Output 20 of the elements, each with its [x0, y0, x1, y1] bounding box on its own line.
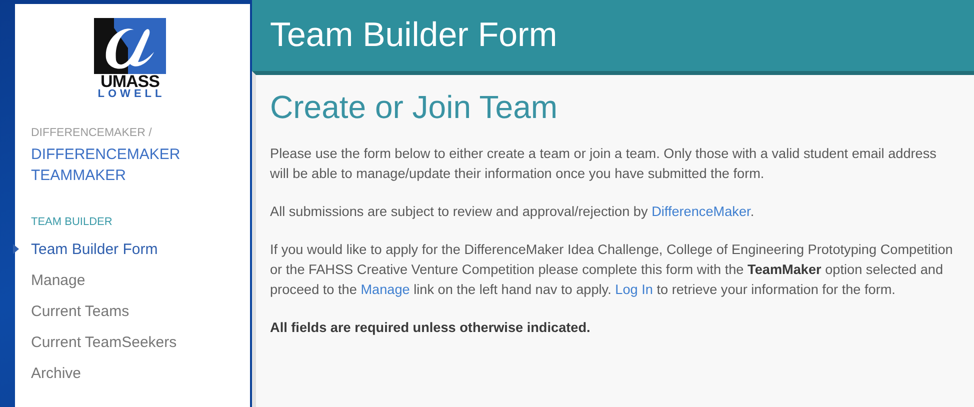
- paragraph: All fields are required unless otherwise indicated.: [270, 319, 592, 337]
- logo-text: LOWELL: [98, 89, 166, 100]
- nav-item[interactable]: Current Teams: [15, 296, 250, 327]
- nav-item[interactable]: Manage: [15, 265, 250, 296]
- link[interactable]: DifferenceMaker: [652, 204, 750, 219]
- page-header: Team Builder Form: [252, 0, 974, 71]
- breadcrumb-link[interactable]: DIFFERENCEMAKER /: [31, 127, 250, 139]
- link[interactable]: Manage: [360, 282, 410, 297]
- nav-item[interactable]: Archive: [15, 358, 250, 389]
- paragraph: All submissions are subject to review and approval/rejection by DifferenceMaker.: [270, 203, 756, 221]
- paragraph: Please use the form below to either create a team or join a team. Only those with a valid student email address will be able to manage/update their information once you have submitted the form.: [270, 145, 938, 183]
- nav-item[interactable]: Current TeamSeekers: [15, 327, 250, 358]
- nav-section-label: TEAM BUILDER: [31, 216, 114, 228]
- form-heading: Create or Join Team: [270, 89, 559, 126]
- logo-text: UMASS: [100, 74, 160, 89]
- section-title-link[interactable]: DIFFERENCEMAKER TEAMMAKER: [31, 144, 238, 186]
- link[interactable]: Log In: [615, 282, 653, 297]
- nav-item[interactable]: Team Builder Form: [15, 234, 250, 265]
- paragraph: If you would like to apply for the DifferenceMaker Idea Challenge, College of Engineering Prototyping Competition or the FAHSS Creative Venture Competition please complete this form with the TeamMaker option selected and proceed to the Manage link on the left hand nav to apply. Log In to retrieve your information for the form.: [270, 241, 954, 299]
- logo-drawing: [94, 18, 166, 74]
